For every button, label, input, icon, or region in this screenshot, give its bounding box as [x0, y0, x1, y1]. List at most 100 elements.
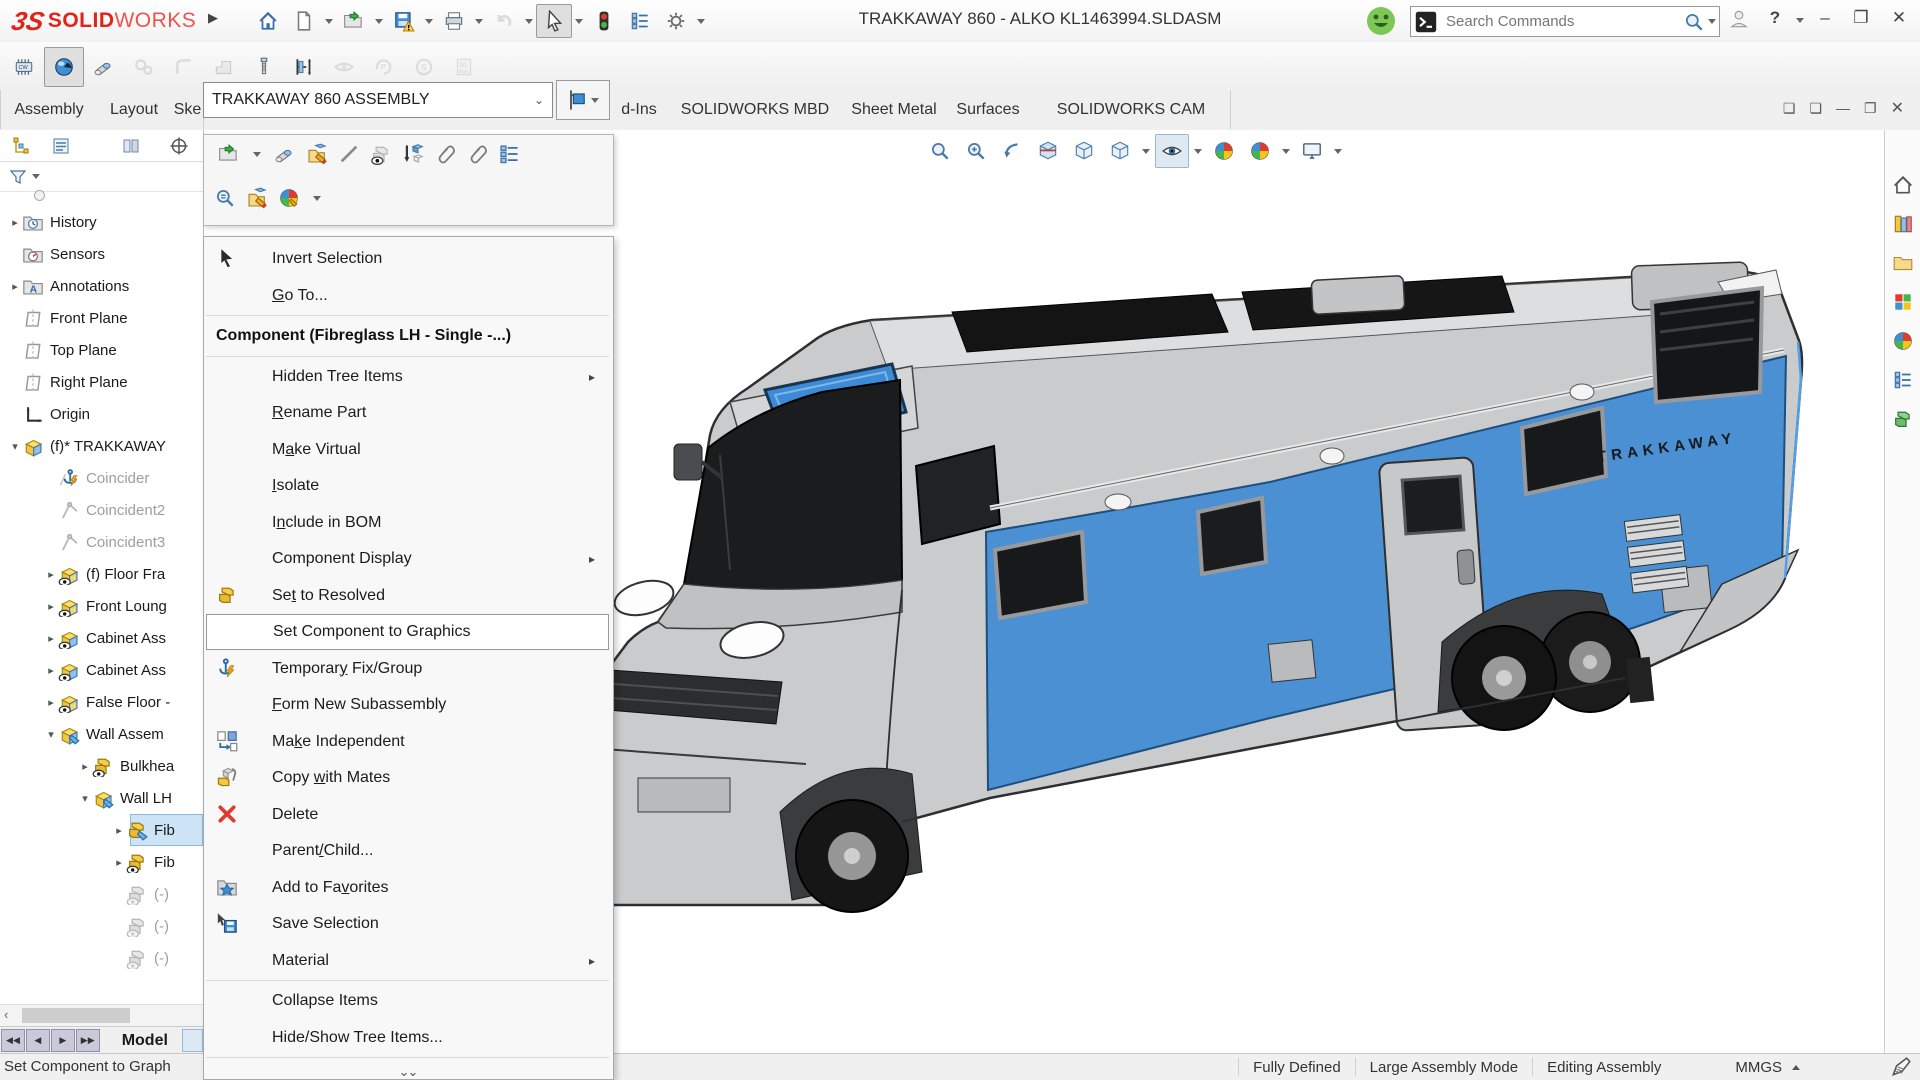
menu-item-form-new-subassembly[interactable]: Form New Subassembly: [206, 687, 609, 723]
tree-item-false-floor[interactable]: ▸False Floor -: [0, 686, 203, 718]
menu-item-temporary-fix-group[interactable]: Temporary Fix/Group: [206, 651, 609, 687]
menu-item-set-to-resolved[interactable]: Set to Resolved: [206, 578, 609, 614]
tree-item-right-plane[interactable]: Right Plane: [0, 366, 203, 398]
nav-prev-icon[interactable]: ◀: [26, 1029, 50, 1052]
attach-icon[interactable]: [434, 143, 456, 165]
edit-appearance-button[interactable]: [1207, 134, 1241, 168]
zoom-to-selection-icon[interactable]: [214, 187, 236, 209]
scroll-left-icon[interactable]: ‹: [4, 1007, 8, 1022]
help-dropdown-icon[interactable]: [1796, 18, 1804, 23]
tree-item-fib[interactable]: ▸Fib: [0, 846, 203, 878]
doc-restore-icon[interactable]: ❐: [1864, 100, 1877, 117]
menu-item-delete[interactable]: Delete: [206, 797, 609, 833]
tree-item-top-plane[interactable]: Top Plane: [0, 334, 203, 366]
edit-appearance-icon[interactable]: [278, 187, 300, 209]
menu-item-material[interactable]: Material▸: [206, 943, 609, 979]
user-account-icon[interactable]: [1728, 8, 1762, 30]
measure-button[interactable]: [284, 47, 324, 87]
nav-first-icon[interactable]: ◀◀: [1, 1029, 25, 1052]
tab-ske[interactable]: Ske: [172, 90, 204, 129]
menu-item-set-component-to-graphics[interactable]: Set Component to Graphics: [206, 614, 609, 650]
menu-item-add-to-favorites[interactable]: Add to Favorites: [206, 870, 609, 906]
expand-arrow-icon[interactable]: ▸: [44, 600, 58, 613]
tab-assembly[interactable]: Assembly: [0, 90, 98, 129]
undo-dropdown-icon[interactable]: [525, 19, 533, 24]
forum-tab[interactable]: [1890, 406, 1916, 432]
expand-arrow-icon[interactable]: ▸: [112, 824, 126, 837]
menu-item-hide-show-tree-items[interactable]: Hide/Show Tree Items...: [206, 1020, 609, 1056]
featuremanager-tree-tab[interactable]: [8, 133, 34, 159]
menu-item-rename-part[interactable]: Rename Part: [206, 395, 609, 431]
save-dropdown-icon[interactable]: [425, 19, 433, 24]
collapse-arrow-icon[interactable]: ▾: [8, 440, 22, 453]
configurationmanager-tab[interactable]: [118, 133, 144, 159]
menu-expand-chevron[interactable]: ⌄⌄: [204, 1064, 611, 1080]
search-commands-box[interactable]: [1410, 6, 1720, 37]
model-tab[interactable]: Model: [122, 1032, 168, 1050]
tree-item-cabinet-ass[interactable]: ▸Cabinet Ass: [0, 622, 203, 654]
open-dropdown-icon[interactable]: [253, 152, 261, 157]
tree-item-[interactable]: (-): [0, 942, 203, 974]
panel-splitter-dot[interactable]: [34, 190, 45, 201]
tree-item-fib[interactable]: ▸Fib: [0, 814, 203, 846]
rotate-component-button[interactable]: P: [364, 47, 404, 87]
gear-mate-button[interactable]: [124, 47, 164, 87]
expand-arrow-icon[interactable]: ▸: [8, 216, 22, 229]
tree-item-f-trakkaway[interactable]: ▾(f)* TRAKKAWAY: [0, 430, 203, 462]
tree-item-sensors[interactable]: Sensors: [0, 238, 203, 270]
mate-icon[interactable]: [274, 143, 296, 165]
views-tab-partial[interactable]: [182, 1029, 203, 1052]
menu-item-copy-with-mates[interactable]: Copy with Mates: [206, 760, 609, 796]
display-style-button[interactable]: [1067, 134, 1101, 168]
suppress-icon[interactable]: [466, 143, 488, 165]
previous-view-button[interactable]: [995, 134, 1029, 168]
home-button[interactable]: [250, 4, 286, 38]
print-dropdown-icon[interactable]: [475, 19, 483, 24]
minimize-button[interactable]: –: [1808, 8, 1842, 28]
hide-component-icon[interactable]: [338, 143, 360, 165]
options-button[interactable]: [658, 4, 694, 38]
apply-scene-button[interactable]: [1243, 134, 1277, 168]
expand-arrow-icon[interactable]: ▸: [78, 760, 92, 773]
tree-item-wall-assem[interactable]: ▾Wall Assem: [0, 718, 203, 750]
save-button[interactable]: [386, 4, 422, 38]
close-button[interactable]: ✕: [1882, 8, 1916, 28]
search-dropdown-icon[interactable]: [1708, 19, 1716, 24]
tags-pencil-icon[interactable]: [1890, 1056, 1912, 1078]
print-button[interactable]: [436, 4, 472, 38]
tree-item-[interactable]: (-): [0, 910, 203, 942]
view-settings-button[interactable]: [1295, 134, 1329, 168]
simulation-button[interactable]: S: [404, 47, 444, 87]
tab-layout[interactable]: Layout: [96, 90, 173, 129]
expand-arrow-icon[interactable]: ▸: [44, 568, 58, 581]
expand-arrow-icon[interactable]: ▸: [8, 280, 22, 293]
open-dropdown-icon[interactable]: [375, 19, 383, 24]
motorhome-3d-model[interactable]: TRAKKAWAY: [570, 250, 1820, 950]
tree-item-front-loung[interactable]: ▸Front Loung: [0, 590, 203, 622]
preview-dropdown-icon[interactable]: [591, 98, 599, 103]
solidworks-resources-tab[interactable]: [1890, 172, 1916, 198]
zoom-to-area-button[interactable]: [959, 134, 993, 168]
tree-item-[interactable]: (-): [0, 878, 203, 910]
doc-pane-icon[interactable]: ❏: [1783, 100, 1796, 117]
hide-show-items-button[interactable]: [1155, 134, 1189, 168]
assembly-selector-combo[interactable]: TRAKKAWAY 860 ASSEMBLY ⌄: [203, 82, 553, 118]
hide-show-items-dropdown-icon[interactable]: [1194, 149, 1202, 154]
menu-item-isolate[interactable]: Isolate: [206, 468, 609, 504]
doc-close-icon[interactable]: ✕: [1891, 98, 1904, 118]
scrollbar-thumb[interactable]: [22, 1008, 130, 1023]
menu-item-make-independent[interactable]: Make Independent: [206, 724, 609, 760]
tab-surfaces[interactable]: Surfaces: [944, 90, 1033, 129]
tree-item-front-plane[interactable]: Front Plane: [0, 302, 203, 334]
help-button[interactable]: ?: [1762, 8, 1788, 28]
expand-arrow-icon[interactable]: ▸: [44, 632, 58, 645]
collapse-arrow-icon[interactable]: ▾: [44, 728, 58, 741]
tree-item-origin[interactable]: Origin: [0, 398, 203, 430]
tree-horizontal-scrollbar[interactable]: ‹: [0, 1004, 203, 1027]
smart-fasteners-button[interactable]: [244, 47, 284, 87]
expand-arrow-icon[interactable]: ▸: [44, 664, 58, 677]
search-input[interactable]: [1438, 12, 1683, 31]
tree-display-icon[interactable]: [498, 143, 520, 165]
open-in-context-icon[interactable]: [218, 143, 240, 165]
custom-properties-tab[interactable]: [1890, 367, 1916, 393]
